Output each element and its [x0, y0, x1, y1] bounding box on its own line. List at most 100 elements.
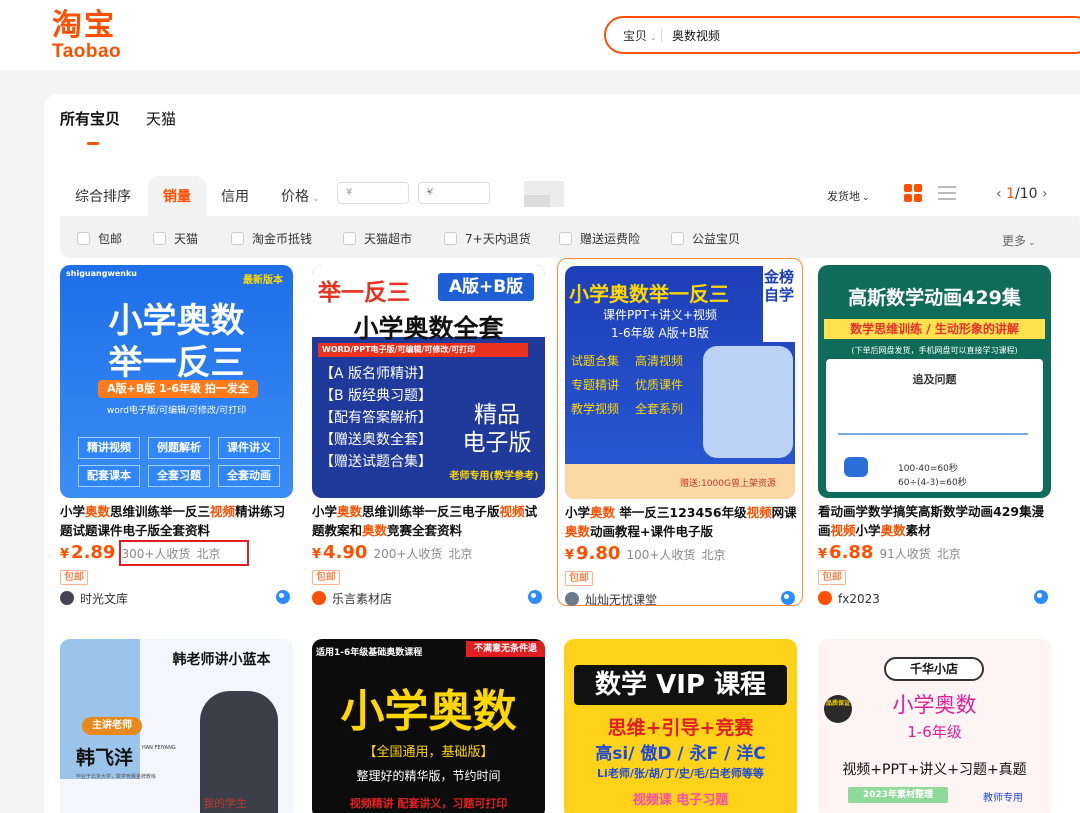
sort-credit[interactable]: 信用 — [221, 186, 249, 206]
price-confirm-placeholder[interactable] — [524, 181, 564, 207]
thumb-text: 老师专用(教学参考) — [449, 471, 539, 482]
filter-tmall[interactable]: 天猫 — [153, 230, 198, 247]
checkbox[interactable] — [671, 232, 684, 245]
shop-name[interactable]: 时光文库 — [80, 592, 128, 606]
product-thumbnail[interactable]: 举一反三 A版+B版 小学奥数全套 WORD/PPT电子版/可编辑/可修改/可打… — [312, 265, 545, 498]
thumb-text: 小学奥数 — [340, 686, 517, 737]
filter-free-shipping[interactable]: 包邮 — [77, 230, 122, 247]
product-card[interactable]: 高斯数学动画429集 数学思维训练 / 生动形象的讲解 (下单后网盘发货，手机网… — [811, 258, 1051, 606]
wangwang-chat-icon[interactable] — [276, 590, 290, 604]
chevron-right-icon[interactable]: › — [1042, 186, 1048, 202]
price-row: ¥6.88 91人收货 北京 — [818, 542, 961, 566]
ship-from-filter[interactable]: 发货地 ⌄ — [827, 188, 870, 204]
thumb-text: 2023年素材整理 — [848, 787, 948, 803]
thumb-text: 举一反三 — [108, 343, 245, 383]
product-thumbnail[interactable]: 韩老师讲小蓝本 主讲老师 韩飞洋 HAN FEIYANG 毕业于北京大学，数学竞… — [60, 639, 293, 813]
thumb-text: 我的学生 — [203, 797, 247, 810]
title-part: 动画教程+课件电子版 — [590, 524, 713, 539]
currency-symbol: ¥ — [565, 548, 575, 563]
shop-row[interactable]: 灿灿无忧课堂 — [565, 589, 797, 609]
product-thumbnail[interactable]: 适用1-6年级基础奥数课程 不满意无条件退 小学奥数 【全国通用，基础版】 整理… — [312, 639, 545, 813]
list-view-icon[interactable] — [938, 185, 956, 201]
grid-view-icon[interactable] — [904, 184, 922, 202]
filter-charity[interactable]: 公益宝贝 — [671, 230, 740, 247]
free-shipping-badge: 包邮 — [818, 570, 846, 585]
price-row: ¥4.90 200+人收货 北京 — [312, 542, 472, 566]
brand-logo-icon — [844, 457, 868, 477]
more-filters[interactable]: 更多 ⌄ — [1002, 232, 1036, 249]
taobao-logo[interactable]: 淘宝 Taobao — [52, 10, 142, 62]
wangwang-chat-icon[interactable] — [781, 591, 795, 605]
filter-freight-insurance[interactable]: 赠送运费险 — [559, 230, 640, 247]
title-part: 小学 — [855, 523, 881, 538]
title-part: 小学 — [565, 505, 591, 520]
thumb-text: 视频+PPT+讲义+习题+真题 — [842, 762, 1027, 778]
product-card[interactable]: 小学奥数举一反三 课件PPT+讲义+视频 1-6年级 A版+B版 金榜自学 试题… — [557, 258, 803, 609]
thumb-text: 视频精讲 配套讲义，习题可打印 — [349, 797, 508, 810]
sort-sales[interactable]: 销量 — [163, 186, 191, 206]
shop-avatar-icon — [60, 591, 74, 605]
search-input[interactable] — [672, 24, 1052, 46]
search-divider — [661, 28, 662, 42]
thumb-text: A版+B版 1-6年级 拍一发全 — [98, 380, 258, 398]
filter-tmall-supermarket[interactable]: 天猫超市 — [343, 230, 412, 247]
thumb-text: 优质课件 — [635, 378, 684, 392]
product-card[interactable]: 韩老师讲小蓝本 主讲老师 韩飞洋 HAN FEIYANG 毕业于北京大学，数学竞… — [53, 632, 293, 813]
thumb-text: Li老师/张/胡/丁/史/毛/白老师等等 — [597, 767, 764, 780]
product-thumbnail[interactable]: 千华小店 小学奥数 1-6年级 视频+PPT+讲义+习题+真题 2023年素材整… — [818, 639, 1051, 813]
thumb-text: 高斯数学动画429集 — [848, 287, 1021, 309]
filter-taojinbi[interactable]: 淘金币抵钱 — [231, 230, 312, 247]
ship-location: 北京 — [936, 547, 961, 561]
checkbox[interactable] — [231, 232, 244, 245]
checkbox[interactable] — [444, 232, 457, 245]
price-max-input[interactable]: ¥ — [418, 182, 490, 204]
thumb-text: 【A 版名师精讲】 — [320, 366, 433, 382]
sort-price[interactable]: 价格 ⌄ — [281, 186, 320, 206]
product-card[interactable]: 举一反三 A版+B版 小学奥数全套 WORD/PPT电子版/可编辑/可修改/可打… — [305, 258, 545, 606]
free-shipping-badge: 包邮 — [312, 570, 340, 585]
product-title[interactable]: 小学奥数思维训练举一反三视频精讲练习题试题课件电子版全套资料 — [60, 502, 292, 540]
product-thumbnail[interactable]: shiguangwenku 最新版本 小学奥数 举一反三 A版+B版 1-6年级… — [60, 265, 293, 498]
product-card[interactable]: 千华小店 小学奥数 1-6年级 视频+PPT+讲义+习题+真题 2023年素材整… — [811, 632, 1051, 813]
product-card[interactable]: 数学 VIP 课程 思维+引导+竞赛 高si/ 傲D / 永F / 洋C Li老… — [557, 632, 797, 813]
shop-row[interactable]: fx2023 — [818, 588, 1050, 608]
product-thumbnail[interactable]: 高斯数学动画429集 数学思维训练 / 生动形象的讲解 (下单后网盘发货，手机网… — [818, 265, 1051, 498]
thumb-text: 韩飞洋 — [76, 747, 134, 769]
checkbox[interactable] — [77, 232, 90, 245]
title-keyword: 奥数 — [362, 523, 388, 538]
tab-all-items[interactable]: 所有宝贝 — [60, 108, 120, 129]
wangwang-chat-icon[interactable] — [528, 590, 542, 604]
product-title[interactable]: 看动画学数学搞笑高斯数学动画429集漫画视频小学奥数素材 — [818, 502, 1050, 540]
thumb-text: 试题合集 — [571, 354, 620, 368]
chevron-left-icon[interactable]: ‹ — [996, 186, 1002, 202]
checkbox[interactable] — [559, 232, 572, 245]
price-value: 2.89 — [71, 542, 116, 563]
product-title[interactable]: 小学奥数思维训练举一反三电子版视频试题教案和奥数竞赛全套资料 — [312, 502, 544, 540]
shop-row[interactable]: 时光文库 — [60, 588, 292, 608]
sort-comprehensive[interactable]: 综合排序 — [75, 186, 131, 206]
shop-name[interactable]: fx2023 — [838, 592, 880, 606]
product-card[interactable]: 适用1-6年级基础奥数课程 不满意无条件退 小学奥数 【全国通用，基础版】 整理… — [305, 632, 545, 813]
shop-name[interactable]: 乐言素材店 — [332, 592, 392, 606]
logo-chinese: 淘宝 — [52, 8, 116, 43]
title-keyword: 奥数 — [565, 524, 591, 539]
checkbox[interactable] — [343, 232, 356, 245]
tab-tmall[interactable]: 天猫 — [146, 108, 176, 129]
thumb-text: 追及问题 — [912, 373, 957, 386]
product-thumbnail[interactable]: 小学奥数举一反三 课件PPT+讲义+视频 1-6年级 A版+B版 金榜自学 试题… — [565, 266, 795, 499]
wangwang-chat-icon[interactable] — [1034, 590, 1048, 604]
thumb-text: 赠送:1000G曾上架资源 — [680, 479, 776, 489]
title-part: 小学 — [312, 504, 338, 519]
title-keyword: 奥数 — [880, 523, 906, 538]
thumb-text: A版+B版 — [438, 273, 534, 301]
sort-bar: 综合排序 销量 信用 价格 ⌄ ¥ - ¥ 发货地 ⌄ ‹ 1/10 › — [60, 176, 1080, 216]
product-thumbnail[interactable]: 数学 VIP 课程 思维+引导+竞赛 高si/ 傲D / 永F / 洋C Li老… — [564, 639, 797, 813]
shop-name[interactable]: 灿灿无忧课堂 — [585, 593, 657, 607]
product-card[interactable]: shiguangwenku 最新版本 小学奥数 举一反三 A版+B版 1-6年级… — [53, 258, 293, 606]
product-title[interactable]: 小学奥数 举一反三123456年级视频网课 奥数动画教程+课件电子版 — [565, 503, 797, 541]
checkbox[interactable] — [153, 232, 166, 245]
filter-7day-return[interactable]: 7+天内退货 — [444, 230, 531, 247]
search-category-select[interactable]: 宝贝 ⌄ — [623, 27, 657, 44]
price-min-input[interactable]: ¥ — [337, 182, 409, 204]
shop-row[interactable]: 乐言素材店 — [312, 588, 544, 608]
